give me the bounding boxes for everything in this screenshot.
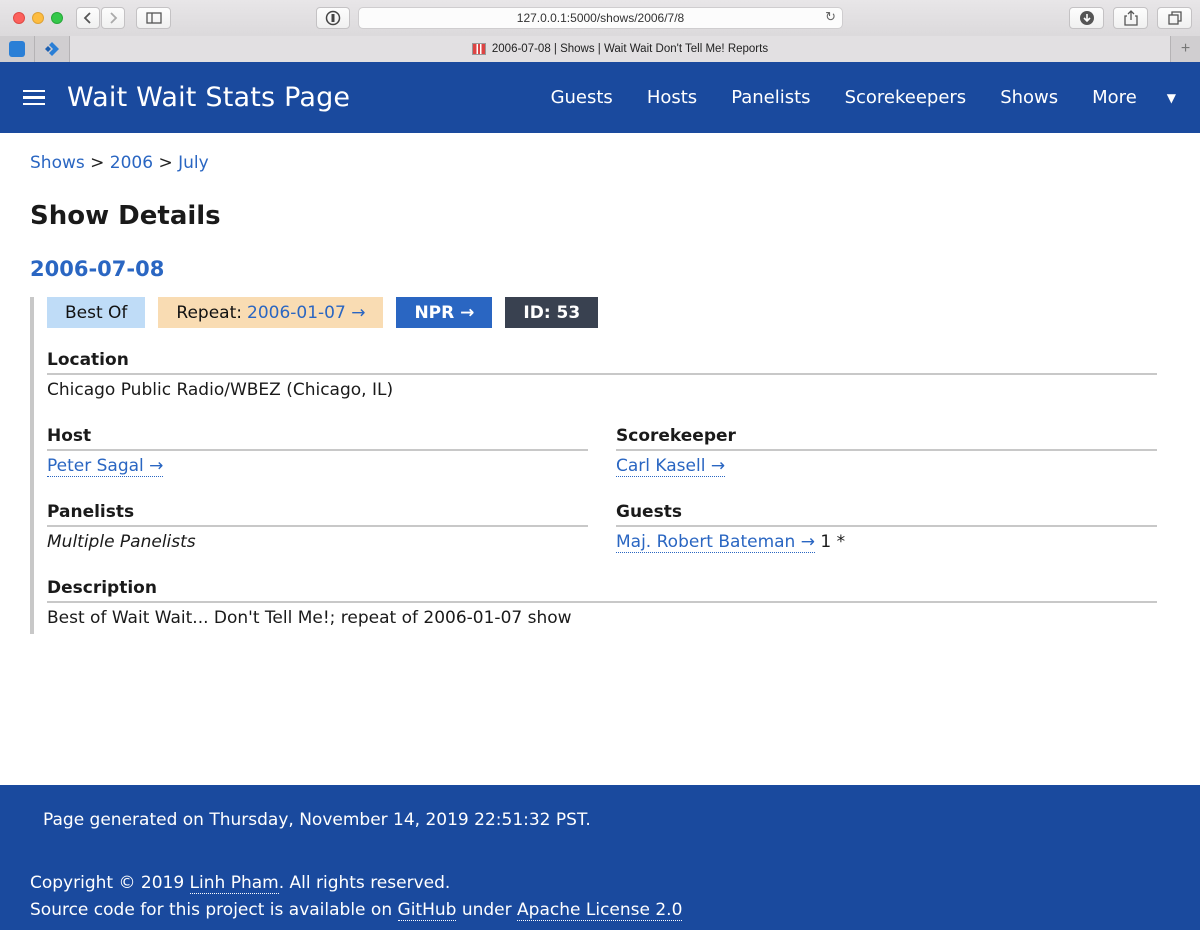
- panelists-value: Multiple Panelists: [47, 532, 196, 552]
- breadcrumb-separator: >: [90, 153, 105, 173]
- location-section: Location Chicago Public Radio/WBEZ (Chic…: [47, 350, 1157, 400]
- guests-heading: Guests: [616, 502, 1157, 527]
- show-id-badge: ID: 53: [505, 297, 599, 328]
- pinned-tab-1[interactable]: [0, 36, 35, 62]
- nav-scorekeepers[interactable]: Scorekeepers: [845, 87, 967, 108]
- reload-icon[interactable]: ↻: [825, 8, 836, 28]
- host-heading: Host: [47, 426, 588, 451]
- panelists-section: Panelists Multiple Panelists: [47, 502, 588, 552]
- lock-circle-icon: [325, 10, 341, 26]
- forward-button[interactable]: [101, 7, 125, 29]
- browser-toolbar: 127.0.0.1:5000/shows/2006/7/8 ↻: [0, 0, 1200, 36]
- nav-guests[interactable]: Guests: [551, 87, 613, 108]
- github-link[interactable]: GitHub: [397, 900, 457, 921]
- share-button[interactable]: [1113, 7, 1148, 29]
- chevron-right-icon: [110, 12, 118, 24]
- breadcrumb-year[interactable]: 2006: [110, 153, 153, 173]
- main-content: Shows > 2006 > July Show Details 2006-07…: [0, 153, 1200, 634]
- close-window-button[interactable]: [13, 12, 25, 24]
- repeat-label: Repeat:: [176, 302, 242, 323]
- tab-bar: 2006-07-08 | Shows | Wait Wait Don't Tel…: [0, 36, 1200, 62]
- author-link[interactable]: Linh Pham: [189, 873, 279, 894]
- guests-section: Guests Maj. Robert Bateman → 1 *: [616, 502, 1157, 553]
- address-bar[interactable]: 127.0.0.1:5000/shows/2006/7/8 ↻: [358, 7, 843, 29]
- zoom-window-button[interactable]: [51, 12, 63, 24]
- downloads-button[interactable]: [1069, 7, 1104, 29]
- source-prefix: Source code for this project is availabl…: [30, 900, 393, 920]
- nav-panelists[interactable]: Panelists: [731, 87, 810, 108]
- best-of-badge: Best Of: [47, 297, 146, 328]
- tab-title: 2006-07-08 | Shows | Wait Wait Don't Tel…: [491, 43, 769, 55]
- page-title: Show Details: [30, 201, 221, 231]
- site-footer: Page generated on Thursday, November 14,…: [0, 785, 1200, 930]
- active-tab[interactable]: 2006-07-08 | Shows | Wait Wait Don't Tel…: [70, 36, 1170, 62]
- nav-links: Guests Hosts Panelists Scorekeepers Show…: [517, 87, 1200, 108]
- scorekeeper-heading: Scorekeeper: [616, 426, 1157, 451]
- share-icon: [1123, 10, 1138, 26]
- app-icon: [9, 41, 25, 57]
- jira-icon: [45, 42, 59, 56]
- breadcrumb: Shows > 2006 > July: [30, 153, 1157, 173]
- new-tab-button[interactable]: +: [1170, 36, 1200, 62]
- password-manager-button[interactable]: [316, 7, 350, 29]
- show-badges: Best Of Repeat: 2006-01-07 → NPR → ID: 5…: [47, 297, 1157, 328]
- site-navbar: Wait Wait Stats Page Guests Hosts Paneli…: [0, 62, 1200, 133]
- scorekeeper-link[interactable]: Carl Kasell →: [616, 456, 726, 477]
- tabs-icon: [1167, 11, 1182, 25]
- repeat-badge: Repeat: 2006-01-07 →: [158, 297, 384, 328]
- guest-score: 1 *: [820, 532, 846, 552]
- copyright-line: Copyright © 2019 Linh Pham. All rights r…: [30, 870, 682, 897]
- copyright-block: Copyright © 2019 Linh Pham. All rights r…: [30, 870, 683, 924]
- nav-more[interactable]: More: [1092, 87, 1137, 108]
- description-heading: Description: [47, 578, 1157, 603]
- source-mid: under: [461, 900, 512, 920]
- back-button[interactable]: [76, 7, 100, 29]
- copyright-suffix: . All rights reserved.: [278, 873, 451, 893]
- breadcrumb-month[interactable]: July: [178, 153, 209, 173]
- chevron-left-icon: [83, 12, 91, 24]
- chart-favicon-icon: [471, 43, 486, 55]
- license-link[interactable]: Apache License 2.0: [517, 900, 683, 921]
- location-heading: Location: [47, 350, 1157, 375]
- description-section: Description Best of Wait Wait... Don't T…: [47, 578, 1157, 628]
- caret-down-icon[interactable]: ▼: [1167, 91, 1176, 105]
- show-details-panel: Best Of Repeat: 2006-01-07 → NPR → ID: 5…: [30, 297, 1157, 634]
- generated-timestamp: Page generated on Thursday, November 14,…: [43, 810, 591, 830]
- host-link[interactable]: Peter Sagal →: [47, 456, 164, 477]
- scorekeeper-section: Scorekeeper Carl Kasell →: [616, 426, 1157, 477]
- download-icon: [1079, 11, 1094, 25]
- sidebar-icon: [145, 12, 162, 24]
- plus-icon: +: [1180, 40, 1191, 57]
- sidebar-toggle-button[interactable]: [136, 7, 171, 29]
- host-section: Host Peter Sagal →: [47, 426, 588, 477]
- panelists-heading: Panelists: [47, 502, 588, 527]
- hamburger-menu-icon[interactable]: [23, 89, 45, 106]
- nav-hosts[interactable]: Hosts: [647, 87, 697, 108]
- tab-overview-button[interactable]: [1157, 7, 1192, 29]
- panelists-guests-row: Panelists Multiple Panelists Guests Maj.…: [47, 502, 1157, 553]
- copyright-prefix: Copyright © 2019: [30, 873, 185, 893]
- breadcrumb-shows[interactable]: Shows: [30, 153, 85, 173]
- browser-chrome: 127.0.0.1:5000/shows/2006/7/8 ↻ 2006-07-…: [0, 0, 1200, 62]
- minimize-window-button[interactable]: [32, 12, 44, 24]
- npr-link-button[interactable]: NPR →: [396, 297, 493, 328]
- location-value: Chicago Public Radio/WBEZ (Chicago, IL): [47, 380, 394, 400]
- source-line: Source code for this project is availabl…: [30, 897, 683, 924]
- host-scorekeeper-row: Host Peter Sagal → Scorekeeper Carl Kase…: [47, 426, 1157, 477]
- pinned-tab-2[interactable]: [35, 36, 70, 62]
- breadcrumb-separator: >: [158, 153, 173, 173]
- url-text: 127.0.0.1:5000/shows/2006/7/8: [516, 11, 685, 25]
- show-date: 2006-07-08: [30, 257, 165, 281]
- site-brand[interactable]: Wait Wait Stats Page: [67, 82, 350, 113]
- description-value: Best of Wait Wait... Don't Tell Me!; rep…: [47, 608, 572, 628]
- guest-link[interactable]: Maj. Robert Bateman →: [616, 532, 815, 553]
- repeat-show-link[interactable]: 2006-01-07 →: [247, 303, 365, 323]
- nav-shows[interactable]: Shows: [1000, 87, 1058, 108]
